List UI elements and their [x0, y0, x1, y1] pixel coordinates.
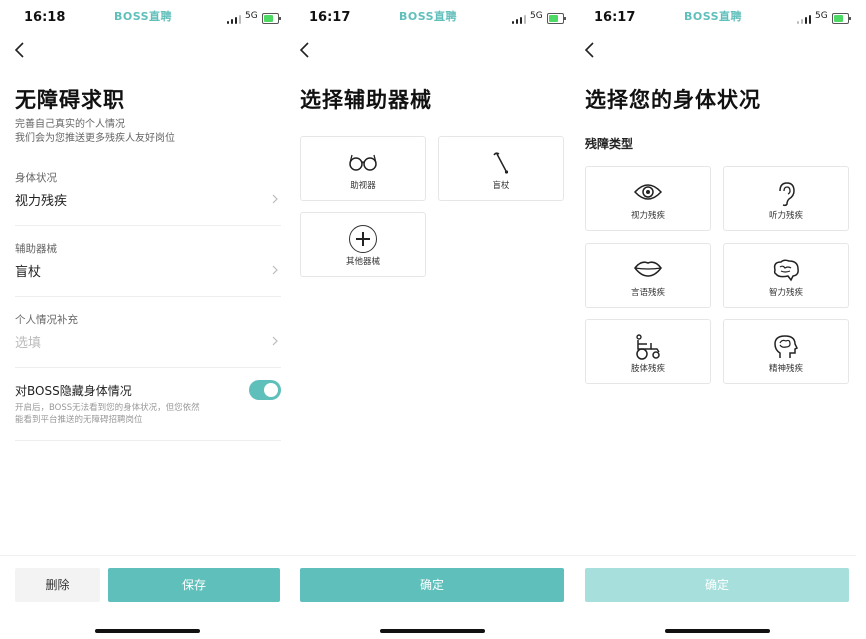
page-subtitle: 完善自己真实的个人情况 我们会为您推送更多残疾人友好岗位 — [15, 118, 175, 146]
signal-icon — [797, 14, 811, 24]
body-condition-field[interactable]: 身体状况 视力残疾 — [15, 170, 281, 226]
glasses-icon — [349, 154, 377, 171]
hide-condition-row: 对BOSS隐藏身体情况 开启后，BOSS无法看到您的身体状况，但您依然 能看到平… — [15, 380, 281, 441]
save-button[interactable]: 保存 — [108, 568, 280, 602]
plus-icon — [349, 225, 377, 253]
option-cane[interactable]: 盲杖 — [438, 136, 564, 201]
option-label: 视力残疾 — [630, 211, 665, 221]
network-label: 5G — [815, 11, 828, 21]
home-indicator — [380, 629, 485, 633]
toggle-description: 开启后，BOSS无法看到您的身体状况，但您依然 能看到平台推送的无障碍招聘岗位 — [15, 402, 200, 426]
signal-icon — [227, 14, 241, 24]
option-label: 听力残疾 — [768, 211, 803, 221]
wheelchair-icon — [636, 334, 660, 360]
hide-condition-toggle[interactable] — [249, 380, 281, 400]
lips-icon — [634, 261, 662, 277]
field-value: 视力残疾 — [15, 194, 68, 209]
chevron-right-icon — [272, 336, 278, 346]
back-arrow-icon[interactable] — [13, 41, 29, 59]
network-label: 5G — [530, 11, 543, 21]
status-bar: 16:17 BOSS直聘 5G — [570, 10, 856, 28]
field-label: 辅助器械 — [15, 243, 57, 255]
toggle-desc-line-2: 能看到平台推送的无障碍招聘岗位 — [15, 415, 143, 425]
back-arrow-icon[interactable] — [298, 41, 314, 59]
confirm-button[interactable]: 确定 — [585, 568, 849, 602]
toggle-desc-line-1: 开启后，BOSS无法看到您的身体状况，但您依然 — [15, 403, 200, 413]
status-bar: 16:17 BOSS直聘 5G — [285, 10, 571, 28]
page-title: 选择您的身体状况 — [585, 88, 761, 112]
option-hearing[interactable]: 听力残疾 — [723, 166, 849, 231]
brand-logo: BOSS直聘 — [398, 10, 458, 23]
option-physical[interactable]: 肢体残疾 — [585, 319, 711, 384]
battery-icon — [262, 13, 281, 24]
option-other-device[interactable]: 其他器械 — [300, 212, 426, 277]
option-label: 言语残疾 — [630, 288, 665, 298]
field-placeholder: 选填 — [15, 336, 42, 351]
page-title: 选择辅助器械 — [300, 88, 432, 112]
brand-logo: BOSS直聘 — [683, 10, 743, 23]
option-speech[interactable]: 言语残疾 — [585, 243, 711, 308]
battery-icon — [832, 13, 851, 24]
network-label: 5G — [245, 11, 258, 21]
assistive-device-field[interactable]: 辅助器械 盲杖 — [15, 241, 281, 297]
chevron-right-icon — [272, 265, 278, 275]
page-title: 无障碍求职 — [15, 88, 125, 112]
back-arrow-icon[interactable] — [583, 41, 599, 59]
chevron-right-icon — [272, 194, 278, 204]
accessibility-job-panel: 16:18 BOSS直聘 5G 无障碍求职 完善自己真实的个人情况 我们会为您推… — [0, 0, 286, 639]
option-label: 盲杖 — [492, 181, 510, 191]
section-label: 残障类型 — [585, 137, 634, 151]
brand-logo: BOSS直聘 — [113, 10, 173, 23]
option-label: 肢体残疾 — [630, 364, 665, 374]
personal-supplement-field[interactable]: 个人情况补充 选填 — [15, 312, 281, 368]
select-device-panel: 16:17 BOSS直聘 5G 选择辅助器械 助视器 盲杖 其他器械 确定 — [285, 0, 571, 639]
home-indicator — [95, 629, 200, 633]
footer-bar: 删除 保存 — [0, 555, 286, 639]
home-indicator — [665, 629, 770, 633]
field-value: 盲杖 — [15, 265, 42, 280]
option-label: 助视器 — [350, 181, 376, 191]
select-condition-panel: 16:17 BOSS直聘 5G 选择您的身体状况 残障类型 视力残疾 听力残疾 … — [570, 0, 856, 639]
option-mental[interactable]: 精神残疾 — [723, 319, 849, 384]
option-magnifier[interactable]: 助视器 — [300, 136, 426, 201]
signal-icon — [512, 14, 526, 24]
option-label: 智力残疾 — [768, 288, 803, 298]
footer-bar: 确定 — [570, 555, 856, 639]
eye-icon — [633, 184, 663, 200]
confirm-button[interactable]: 确定 — [300, 568, 564, 602]
delete-button[interactable]: 删除 — [15, 568, 100, 602]
ear-icon — [779, 182, 795, 207]
toggle-label: 对BOSS隐藏身体情况 — [15, 384, 132, 398]
battery-icon — [547, 13, 566, 24]
cane-icon — [493, 152, 509, 174]
option-label: 精神残疾 — [768, 364, 803, 374]
option-label: 其他器械 — [345, 257, 380, 267]
field-label: 个人情况补充 — [15, 314, 78, 326]
status-bar: 16:18 BOSS直聘 5G — [0, 10, 286, 28]
subtitle-line-1: 完善自己真实的个人情况 — [15, 119, 125, 130]
option-intellectual[interactable]: 智力残疾 — [723, 243, 849, 308]
field-label: 身体状况 — [15, 172, 57, 184]
subtitle-line-2: 我们会为您推送更多残疾人友好岗位 — [15, 133, 175, 144]
option-visual[interactable]: 视力残疾 — [585, 166, 711, 231]
footer-bar: 确定 — [285, 555, 571, 639]
head-icon — [774, 335, 799, 358]
brain-icon — [773, 259, 799, 282]
